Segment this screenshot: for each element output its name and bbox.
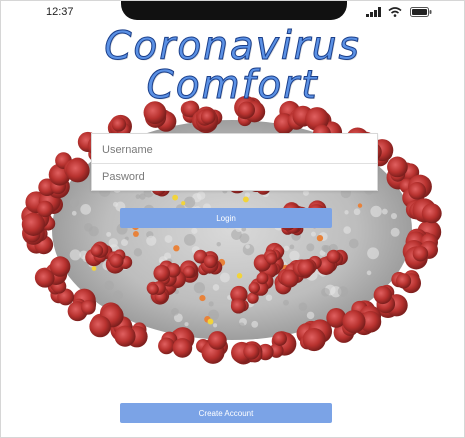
username-input[interactable] <box>92 136 377 164</box>
login-card <box>91 133 378 191</box>
status-bar: 12:37 <box>0 0 465 22</box>
login-button[interactable]: Login <box>120 208 332 228</box>
signal-icon <box>366 7 381 17</box>
battery-icon <box>410 7 432 17</box>
wifi-icon <box>388 7 402 17</box>
app-title-line-2: Comfort <box>146 63 319 109</box>
device-notch <box>121 0 347 20</box>
create-account-button[interactable]: Create Account <box>120 403 332 423</box>
status-time: 12:37 <box>46 6 74 18</box>
status-icons <box>366 7 440 17</box>
password-input[interactable] <box>92 163 377 191</box>
app-screen: 12:37 Coronavirus Comfort Username Login… <box>0 0 465 438</box>
